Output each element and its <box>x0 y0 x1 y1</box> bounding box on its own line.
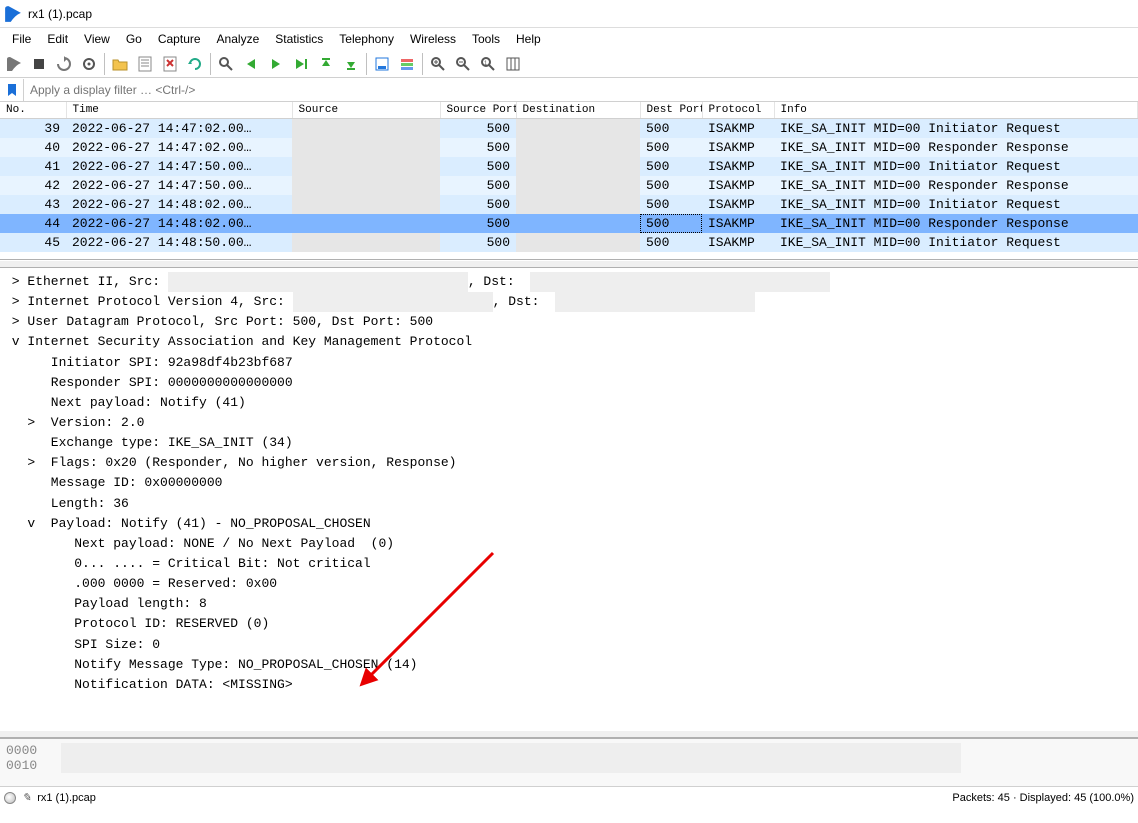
col-info[interactable]: Info <box>774 102 1138 119</box>
menu-help[interactable]: Help <box>508 30 549 48</box>
toolbar: 1 <box>0 50 1138 78</box>
packet-row[interactable]: 452022-06-27 14:48:50.00…500500ISAKMPIKE… <box>0 233 1138 252</box>
go-first-button[interactable] <box>314 52 338 76</box>
toolbar-separator <box>422 53 423 75</box>
reload-button[interactable] <box>183 52 207 76</box>
start-capture-button[interactable] <box>2 52 26 76</box>
capture-options-button[interactable] <box>77 52 101 76</box>
col-destination[interactable]: Destination <box>516 102 640 119</box>
packet-details[interactable]: > Ethernet II, Src: , Dst: > Internet Pr… <box>0 268 1138 730</box>
toolbar-separator <box>104 53 105 75</box>
tree-field[interactable]: Message ID: 0x00000000 <box>0 473 1138 493</box>
packet-row[interactable]: 422022-06-27 14:47:50.00…500500ISAKMPIKE… <box>0 176 1138 195</box>
tree-ip[interactable]: > Internet Protocol Version 4, Src: , Ds… <box>0 292 1138 312</box>
expert-info-icon[interactable] <box>4 792 16 804</box>
col-dest-port[interactable]: Dest Port <box>640 102 702 119</box>
auto-scroll-button[interactable] <box>370 52 394 76</box>
tree-field[interactable]: .000 0000 = Reserved: 0x00 <box>0 574 1138 594</box>
packet-row[interactable]: 392022-06-27 14:47:02.00…500500ISAKMPIKE… <box>0 119 1138 139</box>
tree-field[interactable]: Responder SPI: 0000000000000000 <box>0 373 1138 393</box>
resize-columns-button[interactable] <box>501 52 525 76</box>
restart-capture-button[interactable] <box>52 52 76 76</box>
statusbar: ✎ rx1 (1).pcap Packets: 45 · Displayed: … <box>0 786 1138 808</box>
menu-view[interactable]: View <box>76 30 118 48</box>
filter-bookmark-button[interactable] <box>0 79 24 101</box>
menu-capture[interactable]: Capture <box>150 30 209 48</box>
tree-field[interactable]: Next payload: NONE / No Next Payload (0) <box>0 534 1138 554</box>
tree-field[interactable]: Notification DATA: <MISSING> <box>0 675 1138 695</box>
go-packet-button[interactable] <box>289 52 313 76</box>
horizontal-splitter[interactable] <box>0 730 1138 738</box>
tree-flags[interactable]: > Flags: 0x20 (Responder, No higher vers… <box>0 453 1138 473</box>
packet-row[interactable]: 432022-06-27 14:48:02.00…500500ISAKMPIKE… <box>0 195 1138 214</box>
tree-ethernet[interactable]: > Ethernet II, Src: , Dst: <box>0 272 1138 292</box>
byte-offset: 0010 <box>6 758 37 773</box>
packet-row[interactable]: 412022-06-27 14:47:50.00…500500ISAKMPIKE… <box>0 157 1138 176</box>
colorize-button[interactable] <box>395 52 419 76</box>
menu-statistics[interactable]: Statistics <box>267 30 331 48</box>
col-source-port[interactable]: Source Port <box>440 102 516 119</box>
packet-list-header[interactable]: No. Time Source Source Port Destination … <box>0 102 1138 119</box>
display-filter-bar <box>0 78 1138 102</box>
tree-payload-notify[interactable]: v Payload: Notify (41) - NO_PROPOSAL_CHO… <box>0 514 1138 534</box>
packet-row[interactable]: 442022-06-27 14:48:02.00…500500ISAKMPIKE… <box>0 214 1138 233</box>
status-packet-count: Packets: 45 · Displayed: 45 (100.0%) <box>952 792 1134 804</box>
tree-version[interactable]: > Version: 2.0 <box>0 413 1138 433</box>
menu-file[interactable]: File <box>4 30 39 48</box>
open-file-button[interactable] <box>108 52 132 76</box>
menubar: File Edit View Go Capture Analyze Statis… <box>0 28 1138 50</box>
close-file-button[interactable] <box>158 52 182 76</box>
col-no[interactable]: No. <box>0 102 66 119</box>
tree-field[interactable]: Payload length: 8 <box>0 594 1138 614</box>
menu-telephony[interactable]: Telephony <box>331 30 402 48</box>
find-button[interactable] <box>214 52 238 76</box>
zoom-out-button[interactable] <box>451 52 475 76</box>
tree-isakmp[interactable]: v Internet Security Association and Key … <box>0 332 1138 352</box>
tree-field[interactable]: Protocol ID: RESERVED (0) <box>0 614 1138 634</box>
col-time[interactable]: Time <box>66 102 292 119</box>
titlebar: rx1 (1).pcap <box>0 0 1138 28</box>
tree-field[interactable]: Initiator SPI: 92a98df4b23bf687 <box>0 353 1138 373</box>
go-next-button[interactable] <box>264 52 288 76</box>
tree-field[interactable]: Next payload: Notify (41) <box>0 393 1138 413</box>
go-prev-button[interactable] <box>239 52 263 76</box>
app-fin-icon <box>4 5 22 23</box>
col-protocol[interactable]: Protocol <box>702 102 774 119</box>
packet-list[interactable]: No. Time Source Source Port Destination … <box>0 102 1138 260</box>
menu-tools[interactable]: Tools <box>464 30 508 48</box>
zoom-in-button[interactable] <box>426 52 450 76</box>
col-source[interactable]: Source <box>292 102 440 119</box>
packet-row[interactable]: 402022-06-27 14:47:02.00…500500ISAKMPIKE… <box>0 138 1138 157</box>
toolbar-separator <box>366 53 367 75</box>
tree-field[interactable]: Exchange type: IKE_SA_INIT (34) <box>0 433 1138 453</box>
display-filter-input[interactable] <box>24 79 1138 101</box>
stop-capture-button[interactable] <box>27 52 51 76</box>
zoom-reset-button[interactable]: 1 <box>476 52 500 76</box>
horizontal-splitter[interactable] <box>0 260 1138 268</box>
tree-field[interactable]: 0... .... = Critical Bit: Not critical <box>0 554 1138 574</box>
status-file-label: rx1 (1).pcap <box>37 792 96 804</box>
go-last-button[interactable] <box>339 52 363 76</box>
menu-wireless[interactable]: Wireless <box>402 30 464 48</box>
tree-field[interactable]: Length: 36 <box>0 494 1138 514</box>
tree-notify-message-type[interactable]: Notify Message Type: NO_PROPOSAL_CHOSEN … <box>0 655 1138 675</box>
menu-analyze[interactable]: Analyze <box>209 30 268 48</box>
toolbar-separator <box>210 53 211 75</box>
menu-go[interactable]: Go <box>118 30 150 48</box>
tree-udp[interactable]: > User Datagram Protocol, Src Port: 500,… <box>0 312 1138 332</box>
menu-edit[interactable]: Edit <box>39 30 76 48</box>
window-title: rx1 (1).pcap <box>28 7 92 21</box>
byte-offset: 0000 <box>6 743 37 758</box>
tree-field[interactable]: SPI Size: 0 <box>0 635 1138 655</box>
packet-bytes[interactable]: 0000 0010 <box>0 738 1138 786</box>
edit-icon[interactable]: ✎ <box>22 791 31 804</box>
save-file-button[interactable] <box>133 52 157 76</box>
